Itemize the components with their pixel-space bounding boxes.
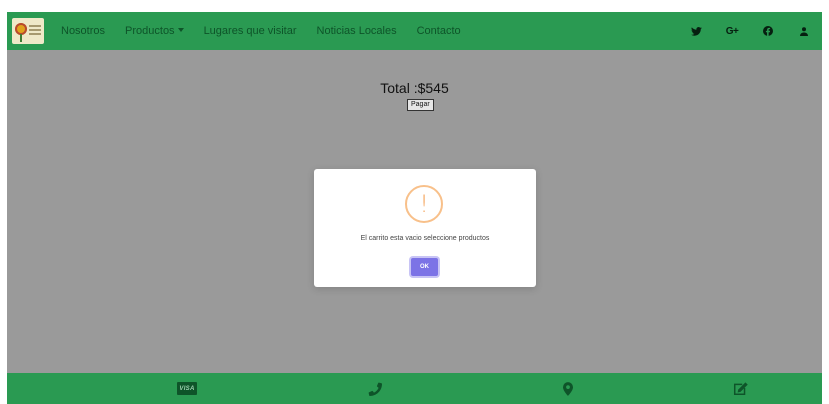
google-plus-icon[interactable]: G+ <box>714 26 750 37</box>
cart-total: Total :$545 <box>380 80 449 96</box>
app-frame: Nosotros Productos Lugares que visitar N… <box>7 12 822 404</box>
top-navbar: Nosotros Productos Lugares que visitar N… <box>7 12 822 50</box>
site-logo[interactable] <box>12 18 44 44</box>
edit-icon[interactable] <box>725 373 755 404</box>
twitter-icon[interactable] <box>678 26 714 36</box>
phone-icon[interactable] <box>360 373 390 404</box>
footer-bar: VISA <box>7 373 822 404</box>
nav-link-noticias[interactable]: Noticias Locales <box>317 25 397 37</box>
nav-link-lugares[interactable]: Lugares que visitar <box>204 25 297 37</box>
user-icon[interactable] <box>786 26 822 36</box>
ok-button[interactable]: OK <box>411 258 438 276</box>
pay-button[interactable]: Pagar <box>407 99 434 111</box>
alert-message: El carrito esta vacio seleccione product… <box>360 235 490 242</box>
map-marker-icon[interactable] <box>553 373 583 404</box>
social-icons: G+ <box>678 12 822 50</box>
visa-icon[interactable]: VISA <box>172 373 202 404</box>
caret-down-icon <box>177 28 184 32</box>
nav-link-nosotros[interactable]: Nosotros <box>61 25 105 37</box>
nav-link-contacto[interactable]: Contacto <box>417 25 461 37</box>
facebook-icon[interactable] <box>750 26 786 36</box>
warning-icon: ! <box>405 185 443 223</box>
nav-links: Nosotros Productos Lugares que visitar N… <box>61 25 481 37</box>
nav-link-productos[interactable]: Productos <box>125 25 184 37</box>
alert-dialog: ! El carrito esta vacio seleccione produ… <box>314 169 536 287</box>
